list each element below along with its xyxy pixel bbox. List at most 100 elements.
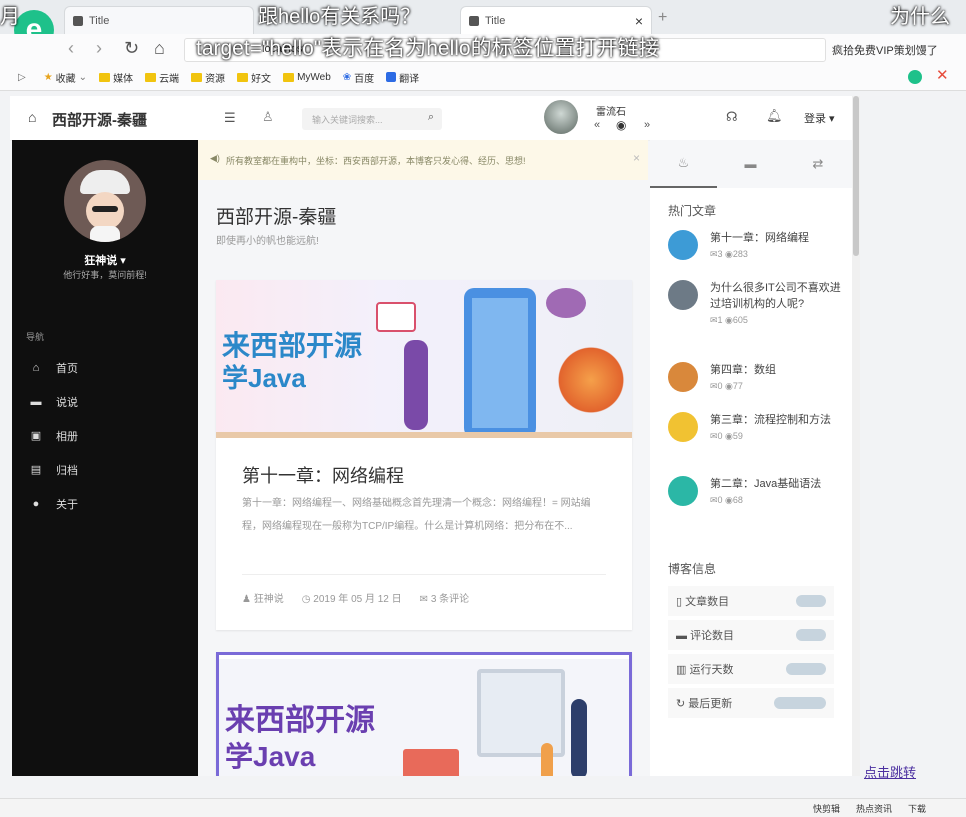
image-icon: ▣ <box>30 430 42 442</box>
hot-post-item[interactable]: 第四章：数组 ✉0 ◉77 <box>668 362 848 392</box>
reload-icon[interactable]: ↻ <box>124 38 139 59</box>
user-avatar[interactable] <box>64 160 146 242</box>
jump-link[interactable]: 点击跳转 <box>864 762 916 781</box>
chevron-down-icon: ⌄ <box>78 71 88 83</box>
bookmark-myweb[interactable]: MyWeb <box>283 72 331 83</box>
hot-post-thumbnail[interactable] <box>668 362 698 392</box>
site-brand[interactable]: 西部开源-秦疆 <box>52 109 147 130</box>
hot-post-item[interactable]: 第十一章：网络编程 ✉3 ◉283 <box>668 230 848 260</box>
hot-post-meta: ✉0 ◉77 <box>710 381 743 391</box>
prev-track-icon[interactable]: « <box>594 119 600 131</box>
sidebar-item-moments[interactable]: ▬ 说说 <box>30 394 79 410</box>
blog-title: 西部开源-秦疆 <box>216 207 337 228</box>
sidebar-item-album[interactable]: ▣ 相册 <box>30 428 78 444</box>
bell-icon[interactable]: 🔔︎ <box>766 108 783 124</box>
sidebar-item-home[interactable]: ⌂ 首页 <box>30 360 78 376</box>
bookmark-media[interactable]: 媒体 <box>99 70 133 85</box>
hot-post-thumbnail[interactable] <box>668 280 698 310</box>
leaf-illustration <box>546 288 586 318</box>
search-box[interactable]: 输入关键词搜索... ⌕ <box>302 108 442 130</box>
hot-post-item[interactable]: 第二章：Java基础语法 ✉0 ◉68 <box>668 476 848 506</box>
close-tab-icon[interactable]: × <box>635 13 643 29</box>
info-icon: ● <box>32 498 40 510</box>
ad-text[interactable]: 疯拾免费VIP策划馒了 <box>832 42 938 58</box>
hot-post-item[interactable]: 第三章：流程控制和方法 ✉0 ◉59 <box>668 412 848 442</box>
list-icon[interactable]: ☰ <box>224 110 236 126</box>
notice-bar: ◀) 所有教室都在重构中，坐标：西安西部开源，本博客只发心得、经历、思想! × <box>198 140 648 180</box>
music-avatar[interactable] <box>544 100 578 134</box>
home-icon: ⌂ <box>32 362 40 374</box>
headphone-icon[interactable]: ☊ <box>726 109 738 125</box>
hot-post-title[interactable]: 第十一章：网络编程 <box>710 230 809 246</box>
tab-1[interactable]: Title <box>64 6 254 34</box>
back-icon[interactable]: ‹ <box>68 38 74 59</box>
sidebar-item-about[interactable]: ● 关于 <box>30 496 78 512</box>
sidebar-motto: 他行好事，莫问前程! <box>63 270 147 280</box>
hot-post-text: 第三章：流程控制和方法 ✉0 ◉59 <box>710 412 831 442</box>
hot-post-title[interactable]: 第二章：Java基础语法 <box>710 476 821 492</box>
overlay-right: 为什么 <box>890 6 950 28</box>
bookmark-resources[interactable]: 资源 <box>191 70 225 85</box>
info-badge <box>774 697 826 709</box>
status-item[interactable]: 热点资讯 <box>856 802 892 815</box>
hot-post-title[interactable]: 第四章：数组 <box>710 362 776 378</box>
search-input[interactable]: 输入关键词搜索... <box>312 113 383 126</box>
info-row-days: ▥ 运行天数 <box>668 654 834 684</box>
post-card[interactable]: 来西部开源 学Java <box>216 652 632 776</box>
notice-close-icon[interactable]: × <box>633 151 640 165</box>
search-icon[interactable]: ⌕ <box>428 111 434 124</box>
bookmark-favorites[interactable]: ★ 收藏 ⌄ <box>44 70 87 85</box>
forward-icon[interactable]: › <box>96 38 102 59</box>
tab-hot[interactable]: ♨ <box>650 140 717 188</box>
post-banner[interactable]: 来西部开源 学Java <box>219 659 629 776</box>
post-banner[interactable]: 来西部开源 学Java <box>216 280 632 438</box>
tab-2[interactable]: Title × <box>460 6 652 34</box>
divider <box>242 574 606 575</box>
hot-post-title[interactable]: 第三章：流程控制和方法 <box>710 412 831 428</box>
hot-post-thumbnail[interactable] <box>668 412 698 442</box>
home-icon[interactable]: ⌂ <box>28 109 36 125</box>
new-tab-button[interactable]: + <box>658 9 667 27</box>
post-comments[interactable]: ✉ 3 条评论 <box>420 590 470 605</box>
user-icon[interactable]: ♙ <box>262 109 274 125</box>
folder-icon <box>99 72 111 82</box>
user-icon: ♟ <box>242 594 251 605</box>
person-illustration <box>541 743 553 776</box>
comment-icon: ▬ <box>30 396 42 408</box>
scrollbar-thumb[interactable] <box>853 96 859 256</box>
post-title[interactable]: 第十一章：网络编程 <box>242 462 404 488</box>
post-excerpt: 第十一章：网络编程一、网络基础概念首先理清一个概念：网络编程！= 网站编程，网络… <box>242 498 591 532</box>
bookmark-articles[interactable]: 好文 <box>237 70 271 85</box>
close-x-icon[interactable]: ✕ <box>936 66 949 84</box>
refresh-icon: ↻ <box>676 698 686 710</box>
post-card[interactable]: 来西部开源 学Java 第十一章：网络编程 第十一章：网络编程一、网络基础概念首… <box>216 280 632 630</box>
file-icon: ▯ <box>676 596 683 608</box>
next-track-icon[interactable]: » <box>644 119 650 131</box>
play-icon[interactable]: ◉ <box>616 118 626 132</box>
bookmark-cloud[interactable]: 云端 <box>145 70 179 85</box>
status-item[interactable]: 下载 <box>908 802 926 815</box>
hot-post-meta: ✉1 ◉605 <box>710 315 748 325</box>
status-item[interactable]: 快剪辑 <box>813 802 840 815</box>
hot-post-title[interactable]: 为什么很多IT公司不喜欢进过培训机构的人呢? <box>710 280 848 312</box>
bookmark-baidu[interactable]: ❀ 百度 <box>343 70 374 85</box>
blog-info-heading: 博客信息 <box>668 562 717 576</box>
hot-post-item[interactable]: 为什么很多IT公司不喜欢进过培训机构的人呢? ✉1 ◉605 <box>668 280 848 326</box>
login-dropdown[interactable]: 登录 ▾ <box>804 110 835 126</box>
person-illustration <box>404 340 428 430</box>
hot-post-thumbnail[interactable] <box>668 476 698 506</box>
sidebar-item-archive[interactable]: ▤ 归档 <box>30 462 78 478</box>
post-author[interactable]: ♟ 狂神说 <box>242 590 284 605</box>
home-icon[interactable]: ⌂ <box>154 38 165 59</box>
bookmark-translate[interactable]: 翻译 <box>386 70 419 85</box>
sidebar-toggle-icon[interactable]: ▷ <box>18 72 26 83</box>
sidebar-username[interactable]: 狂神说 ▾ <box>12 252 198 268</box>
tab-random[interactable]: ⇄ <box>784 140 852 188</box>
hot-post-meta: ✉0 ◉68 <box>710 495 743 505</box>
page-scrollbar[interactable] <box>852 96 860 776</box>
extension-icon[interactable] <box>908 70 922 84</box>
tab-comments[interactable]: ▬ <box>717 140 784 188</box>
hot-post-thumbnail[interactable] <box>668 230 698 260</box>
notice-text: 所有教室都在重构中，坐标：西安西部开源，本博客只发心得、经历、思想! <box>226 156 526 166</box>
music-title: 雷流石 <box>596 107 626 118</box>
